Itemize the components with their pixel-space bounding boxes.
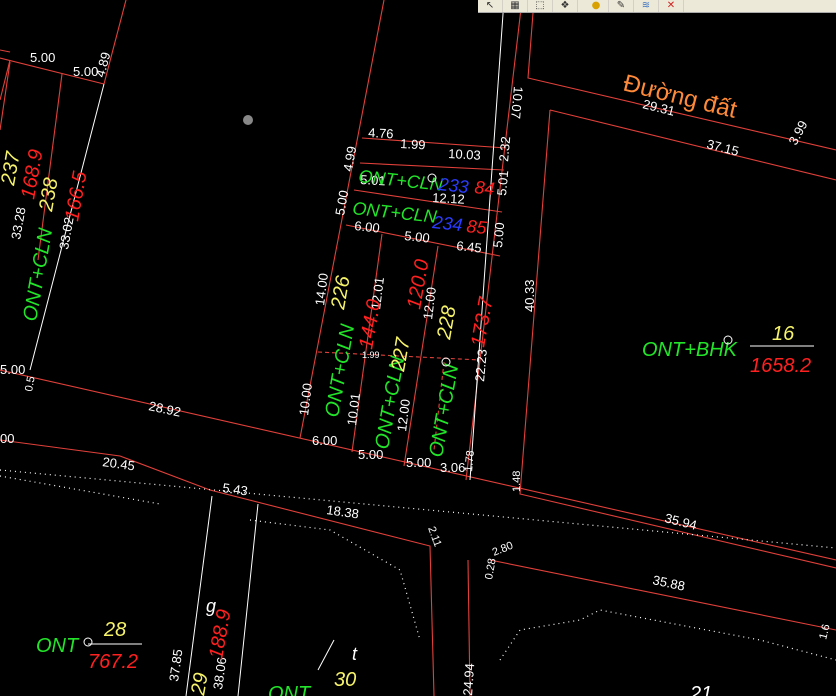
dim-label: 5.00 (406, 455, 431, 470)
parcel-28-area: 767.2 (88, 651, 138, 673)
dim-label: 1.99 (400, 136, 426, 152)
mark-g: g (206, 596, 216, 616)
parcel-30-type: ONT (268, 683, 312, 696)
parcel-28-marker (83, 637, 93, 647)
dimension-labels: 5.00 5.00 4.89 4.76 1.99 10.03 4.99 5.01… (0, 50, 833, 696)
dim-label: 5.00 (404, 228, 431, 246)
cad-map-canvas[interactable]: 5.00 5.00 4.89 4.76 1.99 10.03 4.99 5.01… (0, 0, 836, 696)
dim-label: 00 (0, 431, 14, 446)
lightbulb-icon[interactable]: ● (584, 0, 609, 12)
dim-label: 37.15 (705, 136, 740, 158)
dim-label: 5.01 (494, 170, 511, 197)
parcel-226-area: 144.0 (355, 298, 385, 351)
dim-label: 2.11 (425, 525, 443, 548)
parcel-28-number: 28 (103, 619, 126, 641)
pen-icon[interactable]: ✎ (609, 0, 634, 12)
parcel-16-area: 1658.2 (750, 355, 811, 377)
dim-label: 2.80 (491, 540, 515, 559)
dim-label: 1.6 (817, 623, 832, 641)
parcel-233-area: 84 (474, 177, 496, 199)
parcel-227-number: 227 (387, 335, 415, 374)
dim-label: 5.43 (222, 480, 249, 498)
parcel-16-number: 16 (772, 323, 795, 345)
cad-toolbar: ↖ ▦ ⬚ ❖ ● ✎ ≋ ✕ (478, 0, 836, 13)
dim-label: 37.85 (166, 648, 185, 682)
dim-label: 33.28 (8, 206, 28, 241)
parcel-228-number: 228 (433, 304, 461, 342)
dim-label: 18.38 (326, 502, 360, 521)
parcel-228-type: ONT+CLN (425, 362, 463, 459)
parcel-233-type: ONT+CLN (358, 166, 445, 195)
pointer-icon[interactable]: ↖ (478, 0, 503, 12)
layers-icon[interactable]: ❖ (553, 0, 578, 12)
grid-icon[interactable]: ▦ (503, 0, 528, 12)
mark-t: t (352, 644, 358, 664)
delete-icon[interactable]: ✕ (659, 0, 684, 12)
dim-label: 1.78 (463, 450, 477, 472)
dim-label: 35.88 (651, 572, 686, 593)
dim-label: 24.94 (460, 663, 477, 696)
dim-label: 5.00 (490, 222, 507, 249)
parcel-228-area: 173.7 (467, 295, 498, 349)
parcel-234-number: 234 (431, 212, 464, 235)
dim-label: 20.45 (102, 454, 136, 473)
dim-label: 10.01 (344, 392, 363, 426)
dim-label: 10.07 (508, 86, 526, 120)
dim-label: 10.00 (296, 382, 315, 416)
select-window-icon[interactable]: ⬚ (528, 0, 553, 12)
parcel-28-type: ONT (36, 635, 80, 657)
dim-label: 3.06 (440, 460, 465, 475)
dim-label: 0.5 (23, 375, 37, 392)
dim-label: 35.94 (663, 510, 698, 532)
dim-label: 40.33 (522, 279, 537, 312)
survey-point-marker[interactable] (243, 115, 253, 125)
parcel-30-number: 30 (334, 669, 356, 691)
parcel-238-area: 166.5 (61, 169, 92, 223)
road-lines (29, 0, 505, 696)
dim-label: 22.23 (472, 349, 490, 383)
dim-label: 10.03 (448, 146, 481, 163)
parcel-29-number: 29 (187, 671, 213, 696)
dim-label: 1.99 (362, 350, 380, 360)
parcel-238-type: ONT+CLN (19, 226, 57, 323)
parcel-234-area: 85 (466, 216, 489, 238)
dim-label: 4.76 (368, 125, 394, 141)
dim-label: 5.00 (0, 362, 25, 377)
dim-label: 4.99 (340, 145, 359, 173)
dim-label: 1.48 (511, 471, 523, 492)
dim-label: 5.00 (332, 189, 351, 217)
dim-label: 2.32 (496, 136, 513, 163)
dim-label: 6.00 (354, 218, 381, 236)
road-name-label: Đường đất (621, 70, 740, 124)
dim-label: 28.92 (147, 398, 182, 419)
parcel-233-number: 233 (437, 174, 470, 197)
dim-label: 4.89 (92, 50, 113, 78)
dim-label: 6.45 (456, 238, 483, 256)
stack-icon[interactable]: ≋ (634, 0, 659, 12)
parcel-21-number: 21 (689, 683, 712, 696)
parcel-226-number: 226 (327, 273, 355, 312)
dim-label: 6.00 (312, 433, 337, 448)
dim-label: 5.00 (30, 50, 55, 65)
dim-label: 0.28 (483, 557, 499, 580)
